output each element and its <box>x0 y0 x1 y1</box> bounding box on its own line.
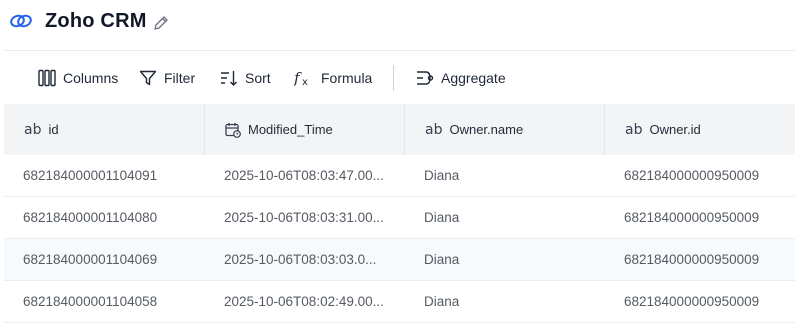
aggregate-icon <box>417 71 434 85</box>
pencil-edit-icon[interactable] <box>152 14 170 32</box>
columns-label: Columns <box>63 70 119 86</box>
aggregate-label: Aggregate <box>441 70 506 86</box>
page-title: Zoho CRM <box>45 10 147 32</box>
svg-text:f: f <box>294 69 302 87</box>
columns-button[interactable]: Columns <box>38 51 118 105</box>
cell-modified-time: 2025-10-06T08:03:47.00... <box>224 168 384 183</box>
column-header-label: Modified_Time <box>248 122 333 137</box>
column-header-owner-name[interactable]: ab Owner.name <box>405 104 605 155</box>
cell-id: 682184000001104069 <box>23 252 158 267</box>
cell-modified-time: 2025-10-06T08:03:31.00... <box>224 210 384 225</box>
text-type-icon: ab <box>24 121 42 138</box>
table-row[interactable]: 682184000001104091 2025-10-06T08:03:47.0… <box>4 155 795 197</box>
sort-button[interactable]: Sort <box>220 51 271 105</box>
cell-owner-id: 682184000000950009 <box>624 168 760 183</box>
sort-label: Sort <box>245 70 271 86</box>
calendar-clock-icon <box>225 122 241 138</box>
cell-owner-id: 682184000000950009 <box>624 252 760 267</box>
cell-modified-time: 2025-10-06T08:03:03.0... <box>224 252 377 267</box>
cell-owner-name: Diana <box>424 294 460 309</box>
toolbar-divider <box>393 65 394 91</box>
formula-button[interactable]: f x Formula <box>294 51 372 105</box>
cell-id: 682184000001104091 <box>23 168 158 183</box>
cell-modified-time: 2025-10-06T08:02:49.00... <box>224 294 384 309</box>
filter-button[interactable]: Filter <box>139 51 195 105</box>
table-row[interactable]: 682184000001104058 2025-10-06T08:02:49.0… <box>4 281 795 323</box>
column-header-modified-time[interactable]: Modified_Time <box>205 104 405 155</box>
columns-icon <box>38 69 56 87</box>
formula-fx-icon: f x <box>294 69 308 87</box>
text-type-icon: ab <box>425 121 443 138</box>
aggregate-button[interactable]: Aggregate <box>416 51 506 105</box>
table-row[interactable]: 682184000001104069 2025-10-06T08:03:03.0… <box>4 239 795 281</box>
cell-owner-id: 682184000000950009 <box>624 210 760 225</box>
column-header-id[interactable]: ab id <box>4 104 205 155</box>
cell-owner-name: Diana <box>424 210 460 225</box>
column-header-label: Owner.id <box>649 122 701 137</box>
table-header: ab id Modified_Time ab Owner.name ab Own… <box>4 104 795 155</box>
column-header-label: Owner.name <box>449 122 524 137</box>
cell-id: 682184000001104080 <box>23 210 158 225</box>
sort-icon <box>221 71 237 86</box>
connection-link-icon <box>10 14 32 28</box>
filter-label: Filter <box>164 70 196 86</box>
toolbar: Columns Filter Sort f x Formula Aggregat… <box>4 50 795 104</box>
formula-label: Formula <box>321 70 373 86</box>
text-type-icon: ab <box>625 121 643 138</box>
cell-id: 682184000001104058 <box>23 294 158 309</box>
svg-text:x: x <box>302 77 308 87</box>
data-table: ab id Modified_Time ab Owner.name ab Own… <box>4 104 795 334</box>
column-header-label: id <box>48 122 59 137</box>
cell-owner-name: Diana <box>424 252 460 267</box>
title-bar: Zoho CRM <box>0 0 795 44</box>
filter-funnel-icon <box>139 70 157 86</box>
table-row[interactable]: 682184000001104080 2025-10-06T08:03:31.0… <box>4 197 795 239</box>
cell-owner-id: 682184000000950009 <box>624 294 760 309</box>
column-header-owner-id[interactable]: ab Owner.id <box>605 104 795 155</box>
cell-owner-name: Diana <box>424 168 460 183</box>
